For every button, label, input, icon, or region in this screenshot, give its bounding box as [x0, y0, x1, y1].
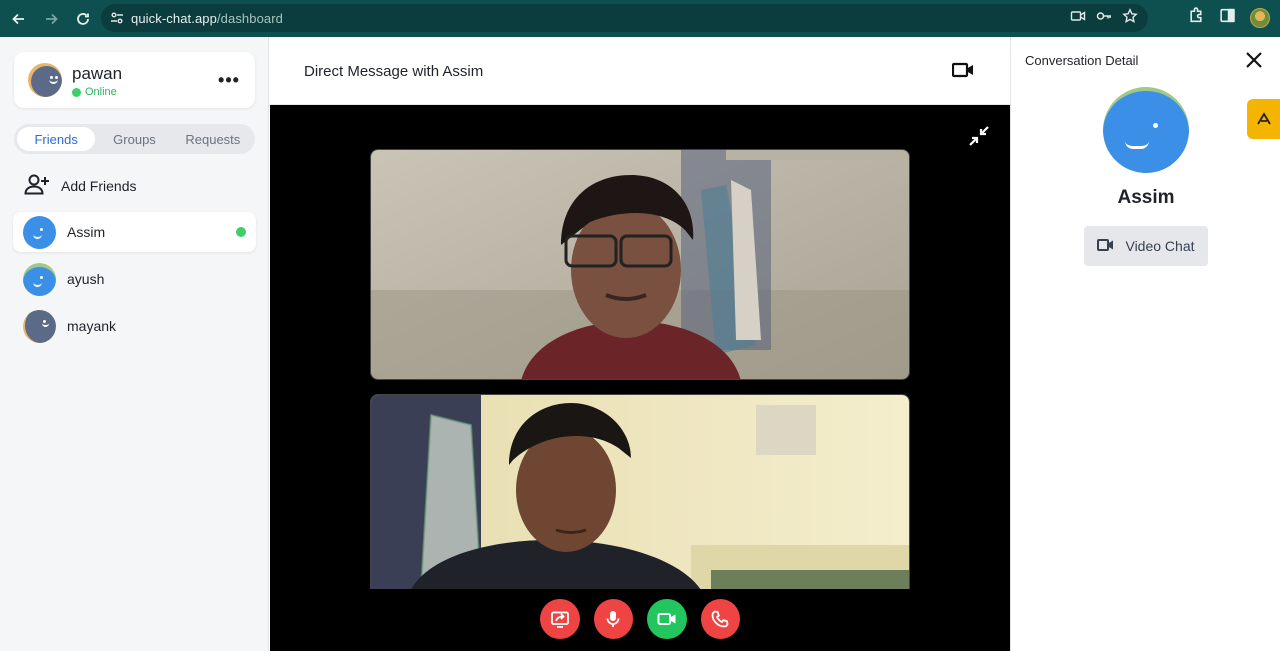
microphone-button[interactable] — [593, 599, 633, 639]
sidebar-tabs: Friends Groups Requests — [14, 124, 255, 154]
browser-toolbar: quick-chat.app/dashboard — [0, 0, 1280, 37]
friend-name: mayank — [67, 318, 117, 334]
tab-requests[interactable]: Requests — [174, 127, 252, 151]
add-user-icon — [24, 173, 50, 198]
screen-share-button[interactable] — [540, 599, 580, 639]
friend-item-ayush[interactable]: ayush — [13, 259, 256, 299]
user-name: pawan — [72, 64, 123, 83]
detail-panel-title: Conversation Detail — [1025, 53, 1139, 68]
site-info-icon[interactable] — [103, 11, 131, 25]
online-indicator — [72, 87, 81, 97]
add-friends-button[interactable]: Add Friends — [24, 173, 136, 198]
back-icon[interactable] — [4, 4, 34, 34]
end-call-button[interactable] — [700, 599, 740, 639]
add-friends-label: Add Friends — [61, 177, 137, 194]
more-options-button[interactable]: ••• — [218, 70, 239, 90]
tab-groups[interactable]: Groups — [95, 127, 173, 151]
minimize-video-icon[interactable] — [967, 124, 991, 148]
video-camera-icon — [1097, 238, 1114, 255]
key-icon[interactable] — [1096, 8, 1112, 29]
star-icon[interactable] — [1122, 7, 1138, 29]
url-text: quick-chat.app/dashboard — [131, 10, 284, 26]
close-icon[interactable] — [1244, 50, 1264, 70]
camera-icon[interactable] — [1070, 8, 1086, 29]
reload-icon[interactable] — [68, 4, 98, 34]
extension-widget-icon[interactable] — [1247, 99, 1280, 139]
conversation-title: Direct Message with Assim — [304, 63, 484, 80]
address-bar[interactable]: quick-chat.app/dashboard — [101, 4, 1148, 32]
friend-item-assim[interactable]: Assim — [13, 212, 256, 252]
contact-name: Assim — [1117, 187, 1175, 208]
video-call-icon[interactable] — [951, 61, 974, 79]
conversation-detail-panel: Conversation Detail Assim Video Chat — [1010, 37, 1280, 651]
friend-avatar — [23, 263, 56, 296]
remote-video-feed — [370, 149, 910, 380]
video-chat-label: Video Chat — [1125, 238, 1195, 254]
friend-avatar — [23, 310, 56, 343]
extensions-icon[interactable] — [1188, 7, 1205, 29]
video-chat-button[interactable]: Video Chat — [1084, 226, 1208, 266]
conversation-area: Direct Message with Assim — [270, 37, 1010, 651]
call-controls — [540, 599, 740, 639]
conversation-header: Direct Message with Assim — [270, 37, 1010, 105]
profile-card: pawan Online ••• — [14, 52, 255, 108]
user-avatar — [28, 63, 62, 97]
local-video-feed — [370, 394, 910, 589]
user-status: Online — [72, 86, 117, 98]
online-indicator — [236, 227, 246, 237]
friend-item-mayank[interactable]: mayank — [13, 306, 256, 346]
tab-friends[interactable]: Friends — [17, 127, 96, 151]
forward-icon[interactable] — [36, 4, 66, 34]
sidebar: pawan Online ••• Friends Groups Requests… — [0, 37, 269, 651]
sidepanel-icon[interactable] — [1219, 7, 1236, 29]
friend-name: Assim — [67, 224, 106, 240]
friend-name: ayush — [67, 271, 105, 287]
friend-avatar — [23, 216, 56, 249]
profile-avatar[interactable] — [1250, 8, 1270, 28]
camera-toggle-button[interactable] — [647, 599, 687, 639]
contact-avatar — [1103, 87, 1189, 173]
